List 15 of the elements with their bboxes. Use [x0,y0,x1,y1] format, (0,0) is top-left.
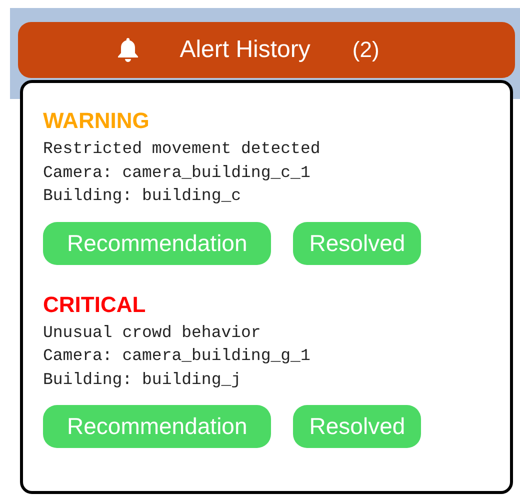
severity-label: WARNING [43,109,150,133]
resolved-button[interactable]: Resolved [293,405,422,448]
recommendation-button[interactable]: Recommendation [43,222,272,264]
building-text: Building: building_c [43,185,242,207]
recommendation-button[interactable]: Recommendation [43,405,272,448]
alert-message: Unusual crowd behavior [43,322,261,344]
header-title: Alert History [180,36,310,64]
alert-message: Restricted movement detected [43,138,320,160]
severity-label: CRITICAL [43,292,147,316]
bell-icon [116,37,140,63]
resolved-button[interactable]: Resolved [293,222,422,264]
camera-text: Camera: camera_building_c_1 [43,162,310,184]
camera-text: Camera: camera_building_g_1 [43,345,310,367]
building-text: Building: building_j [43,368,242,390]
alert-count: (2) [352,37,380,63]
